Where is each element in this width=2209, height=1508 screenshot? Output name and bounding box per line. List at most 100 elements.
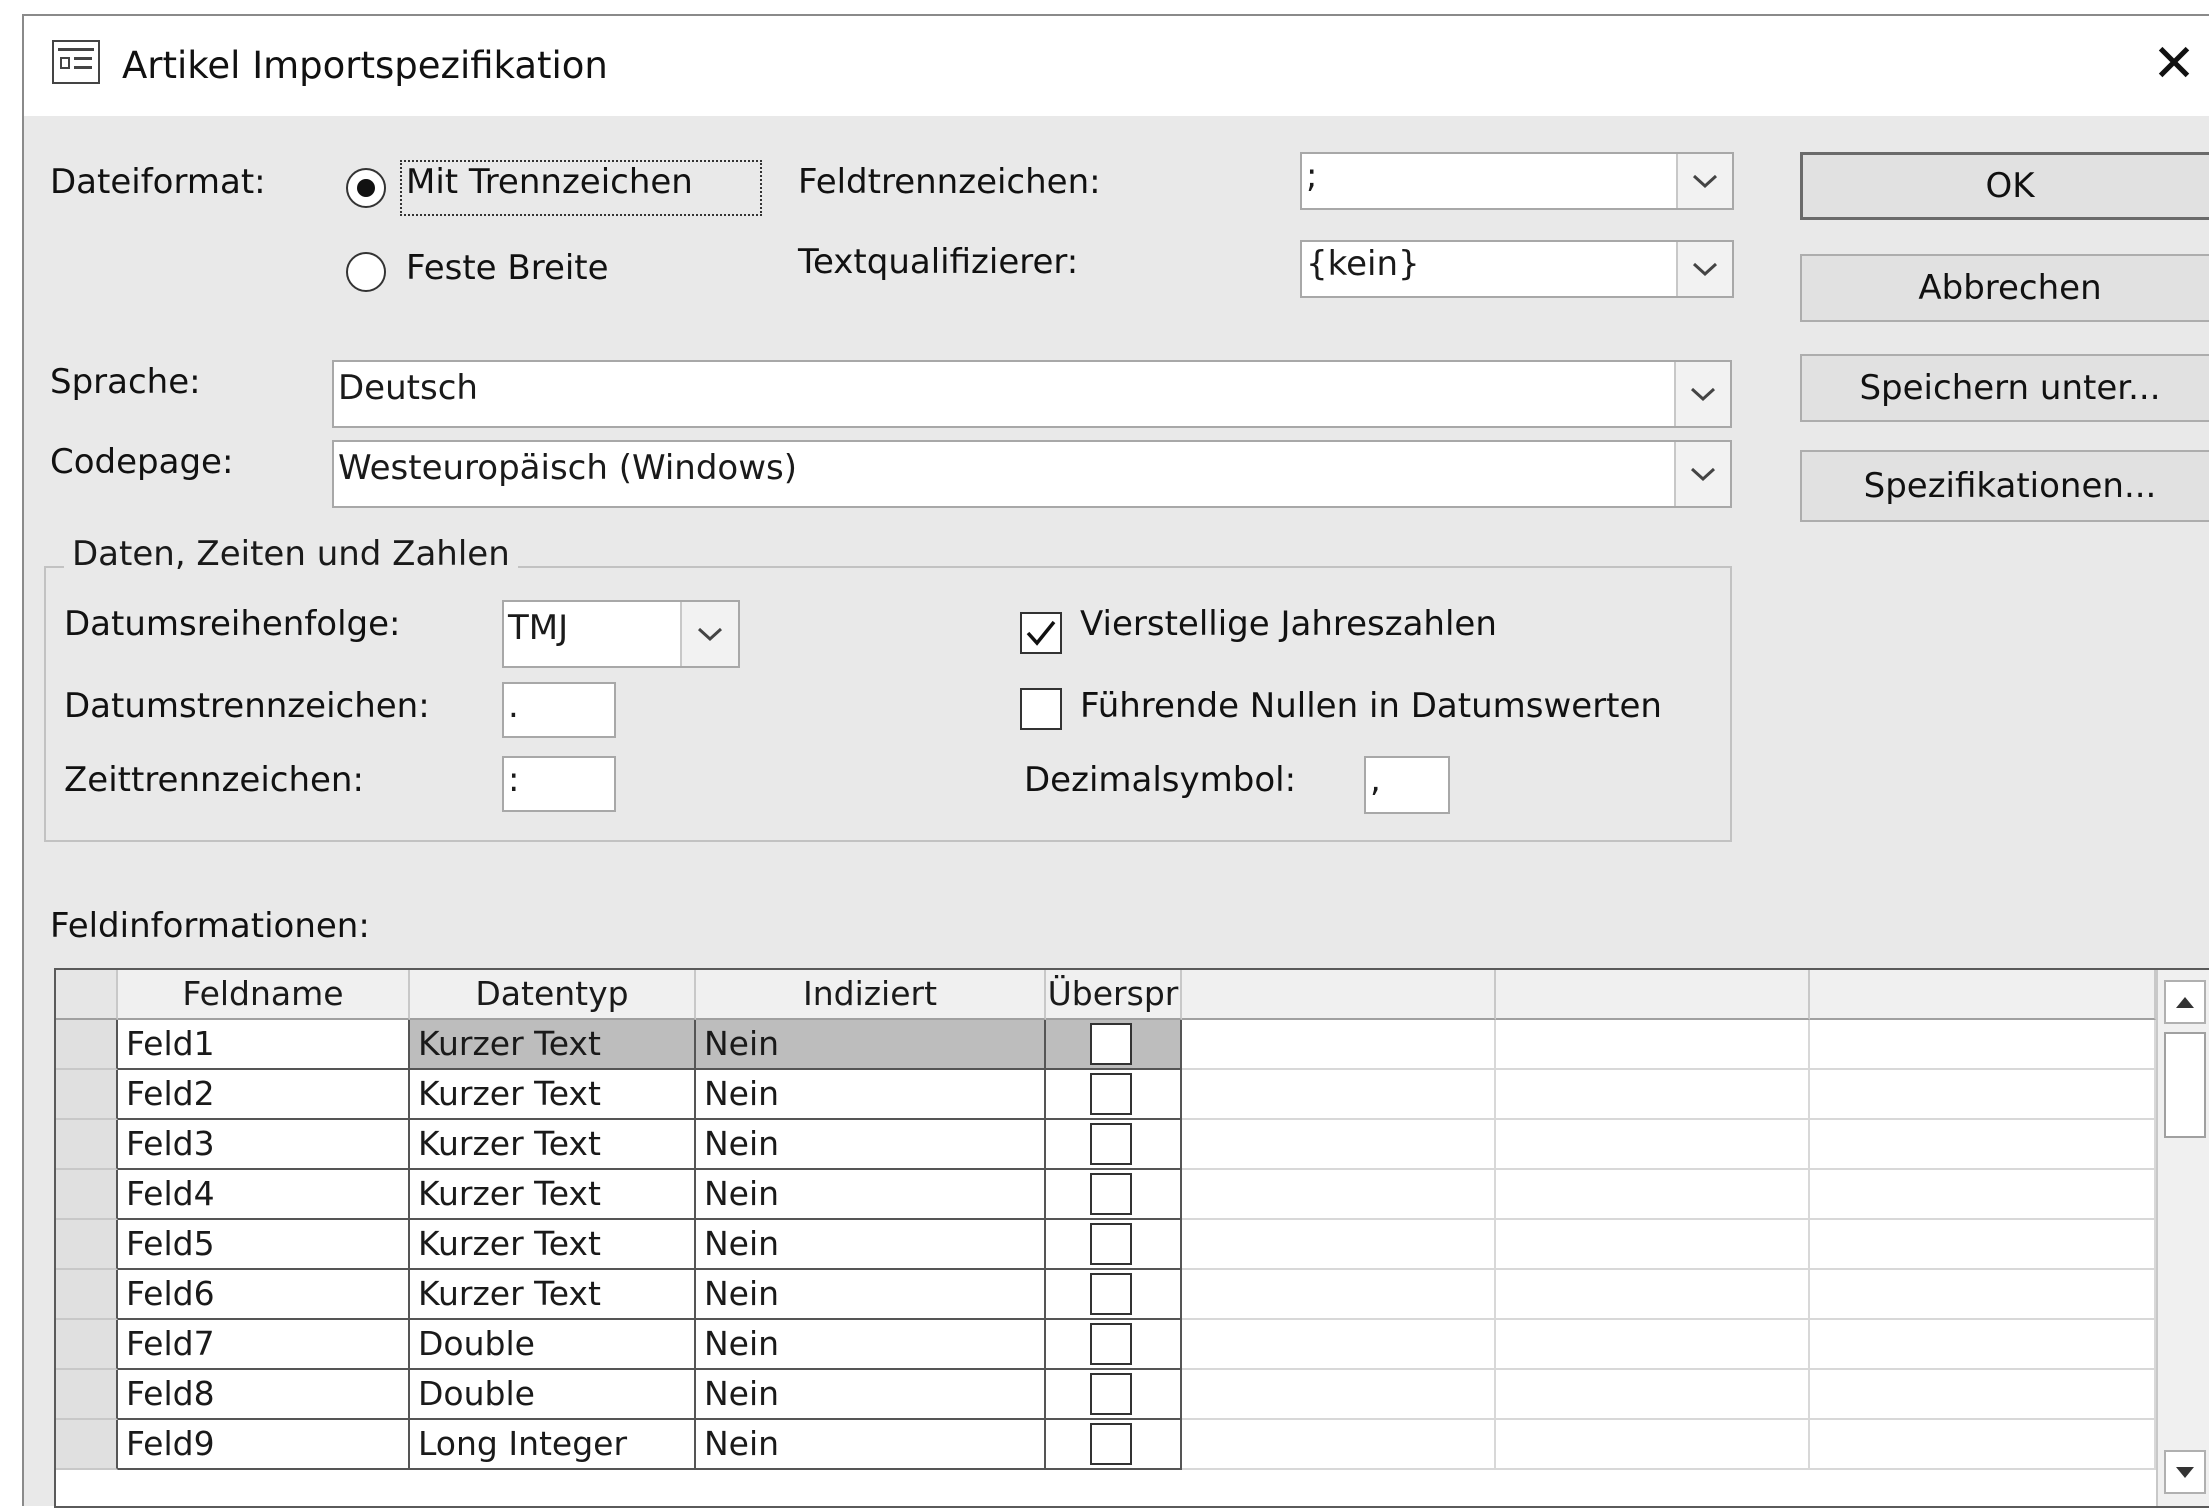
cell-indexed[interactable]: Nein xyxy=(696,1420,1046,1470)
empty-cell xyxy=(1810,1270,2156,1320)
close-button[interactable]: ✕ xyxy=(2144,34,2204,94)
decimal-symbol-input[interactable]: , xyxy=(1364,756,1450,814)
radio-delimited-label[interactable]: Mit Trennzeichen xyxy=(406,162,693,202)
empty-cell xyxy=(1496,1070,1810,1120)
text-qualifier-combo[interactable]: {kein} xyxy=(1300,240,1734,298)
field-delimiter-combo[interactable]: ; xyxy=(1300,152,1734,210)
empty-cell xyxy=(1496,1370,1810,1420)
time-separator-input[interactable]: : xyxy=(502,756,616,812)
skip-checkbox[interactable] xyxy=(1090,1323,1132,1365)
cell-fieldname[interactable]: Feld7 xyxy=(118,1320,410,1370)
column-header-fieldname[interactable]: Feldname xyxy=(118,970,410,1020)
row-selector[interactable] xyxy=(56,1120,118,1170)
cell-fieldname[interactable]: Feld2 xyxy=(118,1070,410,1120)
cell-indexed[interactable]: Nein xyxy=(696,1220,1046,1270)
cell-datatype[interactable]: Kurzer Text xyxy=(410,1170,696,1220)
cell-fieldname[interactable]: Feld6 xyxy=(118,1270,410,1320)
empty-cell xyxy=(1810,1120,2156,1170)
cell-fieldname[interactable]: Feld9 xyxy=(118,1420,410,1470)
leading-zeros-checkbox[interactable] xyxy=(1020,688,1062,730)
specifications-button[interactable]: Spezifikationen... xyxy=(1800,450,2209,522)
four-digit-years-label[interactable]: Vierstellige Jahreszahlen xyxy=(1080,604,1497,644)
skip-checkbox[interactable] xyxy=(1090,1223,1132,1265)
import-spec-dialog: Artikel Importspezifikation ✕ Dateiforma… xyxy=(22,14,2209,1508)
text-qualifier-value: {kein} xyxy=(1306,244,1420,284)
skip-checkbox[interactable] xyxy=(1090,1023,1132,1065)
skip-checkbox[interactable] xyxy=(1090,1073,1132,1115)
ok-button[interactable]: OK xyxy=(1800,152,2209,220)
empty-cell xyxy=(1810,1070,2156,1120)
row-selector[interactable] xyxy=(56,1370,118,1420)
cell-indexed[interactable]: Nein xyxy=(696,1270,1046,1320)
empty-cell xyxy=(1496,1320,1810,1370)
cell-fieldname[interactable]: Feld8 xyxy=(118,1370,410,1420)
language-combo[interactable]: Deutsch xyxy=(332,360,1732,428)
cell-skip xyxy=(1046,1270,1182,1320)
column-header-empty xyxy=(1810,970,2156,1020)
skip-checkbox[interactable] xyxy=(1090,1173,1132,1215)
cell-indexed[interactable]: Nein xyxy=(696,1370,1046,1420)
radio-fixed-width-label[interactable]: Feste Breite xyxy=(406,248,609,288)
cell-datatype[interactable]: Kurzer Text xyxy=(410,1270,696,1320)
cell-indexed[interactable]: Nein xyxy=(696,1020,1046,1070)
cell-indexed[interactable]: Nein xyxy=(696,1120,1046,1170)
cell-datatype[interactable]: Kurzer Text xyxy=(410,1070,696,1120)
empty-cell xyxy=(1810,1020,2156,1070)
row-selector[interactable] xyxy=(56,1270,118,1320)
row-selector[interactable] xyxy=(56,1220,118,1270)
row-selector[interactable] xyxy=(56,1020,118,1070)
four-digit-years-checkbox[interactable] xyxy=(1020,612,1062,654)
cell-fieldname[interactable]: Feld5 xyxy=(118,1220,410,1270)
column-header-indexed[interactable]: Indiziert xyxy=(696,970,1046,1020)
chevron-down-icon[interactable] xyxy=(680,602,738,666)
arrow-down-icon[interactable] xyxy=(2164,1450,2206,1494)
column-header-datatype[interactable]: Datentyp xyxy=(410,970,696,1020)
cell-datatype[interactable]: Kurzer Text xyxy=(410,1120,696,1170)
cell-fieldname[interactable]: Feld3 xyxy=(118,1120,410,1170)
codepage-combo[interactable]: Westeuropäisch (Windows) xyxy=(332,440,1732,508)
column-header-empty xyxy=(1496,970,1810,1020)
row-selector[interactable] xyxy=(56,1320,118,1370)
arrow-up-icon[interactable] xyxy=(2164,980,2206,1024)
vertical-scrollbar[interactable] xyxy=(2156,970,2209,1506)
cell-datatype[interactable]: Kurzer Text xyxy=(410,1020,696,1070)
decimal-symbol-label: Dezimalsymbol: xyxy=(1024,760,1297,800)
skip-checkbox[interactable] xyxy=(1090,1423,1132,1465)
window-title: Artikel Importspezifikation xyxy=(122,44,608,87)
chevron-down-icon[interactable] xyxy=(1676,154,1732,208)
cell-datatype[interactable]: Double xyxy=(410,1320,696,1370)
cell-indexed[interactable]: Nein xyxy=(696,1320,1046,1370)
chevron-down-icon[interactable] xyxy=(1674,442,1730,506)
row-selector[interactable] xyxy=(56,1070,118,1120)
column-header-skip[interactable]: Überspr xyxy=(1046,970,1182,1020)
empty-cell xyxy=(1182,1070,1496,1120)
cell-datatype[interactable]: Double xyxy=(410,1370,696,1420)
cell-fieldname[interactable]: Feld4 xyxy=(118,1170,410,1220)
column-header-empty xyxy=(1182,970,1496,1020)
row-selector[interactable] xyxy=(56,1170,118,1220)
leading-zeros-label[interactable]: Führende Nullen in Datumswerten xyxy=(1080,686,1662,726)
skip-checkbox[interactable] xyxy=(1090,1273,1132,1315)
cell-datatype[interactable]: Long Integer xyxy=(410,1420,696,1470)
row-selector[interactable] xyxy=(56,1420,118,1470)
skip-checkbox[interactable] xyxy=(1090,1373,1132,1415)
field-delimiter-label: Feldtrennzeichen: xyxy=(798,162,1101,202)
skip-checkbox[interactable] xyxy=(1090,1123,1132,1165)
cell-indexed[interactable]: Nein xyxy=(696,1070,1046,1120)
empty-cell xyxy=(1182,1170,1496,1220)
save-as-button[interactable]: Speichern unter... xyxy=(1800,354,2209,422)
date-separator-label: Datumstrennzeichen: xyxy=(64,686,430,726)
cell-indexed[interactable]: Nein xyxy=(696,1170,1046,1220)
select-all-corner[interactable] xyxy=(56,970,118,1020)
chevron-down-icon[interactable] xyxy=(1676,242,1732,296)
date-order-combo[interactable]: TMJ xyxy=(502,600,740,668)
radio-delimited[interactable] xyxy=(346,168,386,208)
chevron-down-icon[interactable] xyxy=(1674,362,1730,426)
cancel-button[interactable]: Abbrechen xyxy=(1800,254,2209,322)
cell-fieldname[interactable]: Feld1 xyxy=(118,1020,410,1070)
scrollbar-thumb[interactable] xyxy=(2164,1032,2206,1138)
date-separator-input[interactable]: . xyxy=(502,682,616,738)
radio-fixed-width[interactable] xyxy=(346,252,386,292)
language-label: Sprache: xyxy=(50,362,201,402)
cell-datatype[interactable]: Kurzer Text xyxy=(410,1220,696,1270)
